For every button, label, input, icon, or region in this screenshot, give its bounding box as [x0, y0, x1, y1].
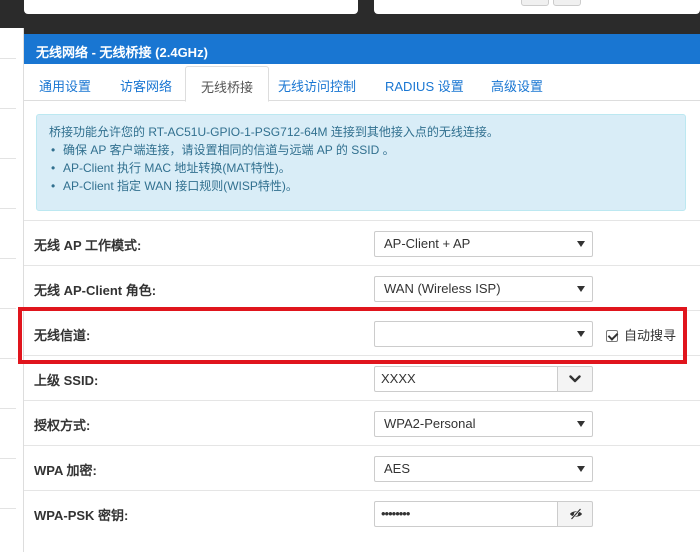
- tab-general[interactable]: 通用设置: [24, 66, 106, 101]
- tab-guest-network[interactable]: 访客网络: [105, 66, 187, 101]
- toggle-password-button[interactable]: [557, 501, 593, 527]
- wireless-bridge-panel: 无线网络 - 无线桥接 (2.4GHz) 通用设置 访客网络 无线桥接 无线访问…: [24, 34, 700, 552]
- psk-label: WPA-PSK 密钥:: [34, 508, 129, 523]
- info-item: 确保 AP 客户端连接，请设置相同的信道与远端 AP 的 SSID 。: [51, 141, 673, 159]
- tab-radius[interactable]: RADIUS 设置: [370, 66, 479, 101]
- info-item: AP-Client 指定 WAN 接口规则(WISP特性)。: [51, 177, 673, 195]
- ssid-label: 上级 SSID:: [34, 373, 99, 388]
- eye-slash-icon: [570, 508, 582, 520]
- ssid-dropdown-button[interactable]: [557, 366, 593, 392]
- ssid-input[interactable]: XXXX: [374, 366, 558, 392]
- left-menu-fragment: [0, 28, 24, 552]
- top-button-fragment[interactable]: [553, 0, 581, 6]
- encryption-label: WPA 加密:: [34, 463, 97, 478]
- panel-title: 无线网络 - 无线桥接 (2.4GHz): [24, 34, 700, 64]
- tab-bar: 通用设置 访客网络 无线桥接 无线访问控制 RADIUS 设置 高级设置: [24, 66, 700, 102]
- row-psk: WPA-PSK 密钥: ••••••••: [24, 490, 700, 535]
- tab-advanced[interactable]: 高级设置: [476, 66, 558, 101]
- menu-divider: [0, 158, 16, 159]
- chevron-down-icon: [569, 375, 581, 383]
- menu-divider: [0, 358, 16, 359]
- tab-wireless-bridge[interactable]: 无线桥接: [185, 66, 270, 102]
- top-card-fragment: [24, 0, 358, 14]
- chevron-down-icon: [577, 421, 585, 427]
- info-item: AP-Client 执行 MAC 地址转换(MAT特性)。: [51, 159, 673, 177]
- ap-mode-value: AP-Client + AP: [384, 236, 471, 251]
- auth-method-label: 授权方式:: [34, 418, 91, 433]
- ap-client-role-label: 无线 AP-Client 角色:: [34, 283, 157, 298]
- menu-divider: [0, 58, 16, 59]
- menu-divider: [0, 458, 16, 459]
- info-box: 桥接功能允许您的 RT-AC51U-GPIO-1-PSG712-64M 连接到其…: [36, 114, 686, 211]
- top-button-fragment[interactable]: [521, 0, 549, 6]
- row-ap-client-role: 无线 AP-Client 角色: WAN (Wireless ISP): [24, 265, 700, 310]
- psk-input[interactable]: ••••••••: [374, 501, 558, 527]
- ap-client-role-value: WAN (Wireless ISP): [384, 281, 501, 296]
- menu-divider: [0, 208, 16, 209]
- chevron-down-icon: [577, 466, 585, 472]
- row-auth-method: 授权方式: WPA2-Personal: [24, 400, 700, 445]
- auth-method-value: WPA2-Personal: [384, 416, 476, 431]
- info-list: 确保 AP 客户端连接，请设置相同的信道与远端 AP 的 SSID 。 AP-C…: [49, 141, 673, 195]
- ap-client-role-select[interactable]: WAN (Wireless ISP): [374, 276, 593, 302]
- menu-divider: [0, 108, 16, 109]
- row-ap-mode: 无线 AP 工作模式: AP-Client + AP: [24, 220, 700, 265]
- info-intro: 桥接功能允许您的 RT-AC51U-GPIO-1-PSG712-64M 连接到其…: [49, 125, 499, 139]
- encryption-value: AES: [384, 461, 411, 476]
- chevron-down-icon: [577, 241, 585, 247]
- encryption-select[interactable]: AES: [374, 456, 593, 482]
- chevron-down-icon: [577, 286, 585, 292]
- menu-divider: [0, 408, 16, 409]
- tab-access-control[interactable]: 无线访问控制: [263, 66, 371, 101]
- ap-mode-select[interactable]: AP-Client + AP: [374, 231, 593, 257]
- ap-mode-label: 无线 AP 工作模式:: [34, 238, 142, 253]
- row-encryption: WPA 加密: AES: [24, 445, 700, 490]
- menu-divider: [0, 258, 16, 259]
- menu-divider: [0, 308, 16, 309]
- channel-highlight-box: [18, 307, 687, 364]
- auth-method-select[interactable]: WPA2-Personal: [374, 411, 593, 437]
- menu-divider: [0, 508, 16, 509]
